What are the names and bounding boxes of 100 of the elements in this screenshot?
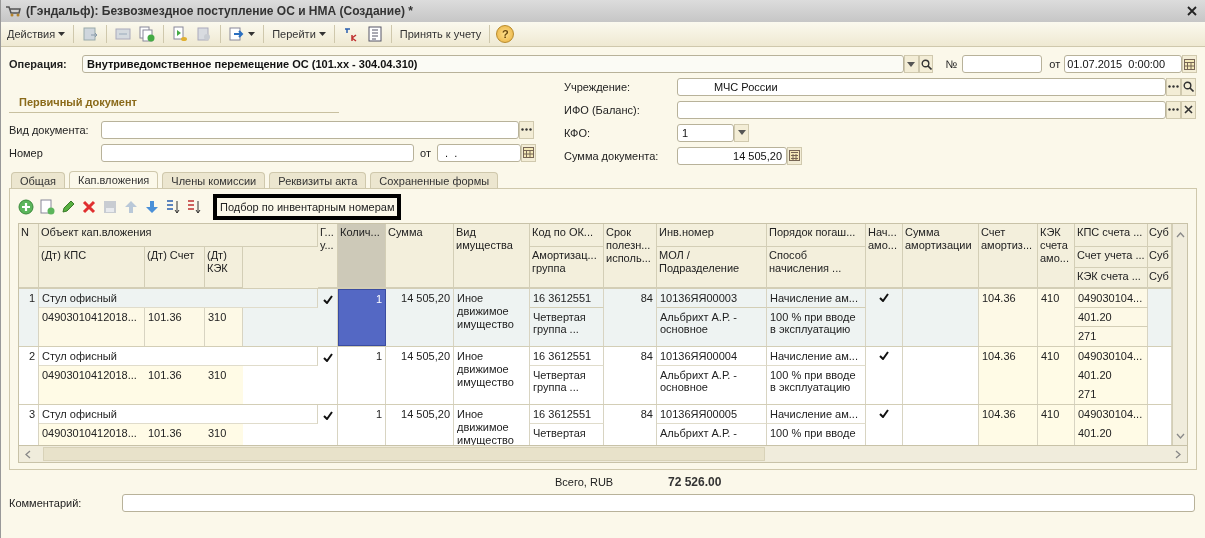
- column-header[interactable]: КПС счета ...: [1075, 224, 1148, 247]
- total-label: Всего, RUB: [555, 476, 615, 488]
- table-cell: 410: [1038, 347, 1075, 404]
- actions-menu-button[interactable]: Действия: [5, 26, 68, 42]
- column-header[interactable]: Счет учета ...: [1075, 247, 1148, 268]
- table-cell: 401.20: [1075, 366, 1148, 385]
- ellipsis-icon: [1168, 108, 1179, 111]
- table-cell: 310: [205, 308, 243, 346]
- column-header[interactable]: Инв.номер: [657, 224, 767, 247]
- calendar-icon: [1184, 58, 1196, 70]
- comment-field[interactable]: [122, 494, 1195, 512]
- table-row[interactable]: [19, 288, 1172, 346]
- date-field[interactable]: 01.07.2015 0:00:00: [1064, 55, 1183, 73]
- comment-label: Комментарий:: [9, 497, 83, 509]
- tab[interactable]: Члены комиссии: [162, 172, 266, 188]
- document-icon[interactable]: [82, 26, 99, 42]
- date-field[interactable]: . .: [436, 143, 521, 162]
- document-sum-field[interactable]: 14 505,20: [677, 146, 787, 165]
- debit-credit-icon[interactable]: [342, 26, 359, 42]
- tab[interactable]: Общая: [11, 172, 65, 188]
- tab[interactable]: Кап.вложения: [69, 171, 159, 188]
- column-header[interactable]: Объект кап.вложения: [39, 224, 318, 247]
- table-cell: 410: [1038, 289, 1075, 346]
- scroll-up-icon[interactable]: [1175, 232, 1185, 238]
- arrow-menu-button[interactable]: [227, 25, 258, 43]
- calendar-button[interactable]: [1182, 55, 1197, 73]
- scroll-down-icon[interactable]: [1175, 433, 1185, 439]
- table-cell: 104.36: [979, 289, 1038, 346]
- tab[interactable]: Реквизиты акта: [269, 172, 367, 188]
- operation-label: Операция:: [9, 58, 68, 70]
- date-label: от: [1049, 58, 1061, 70]
- down-arrow-icon[interactable]: [144, 198, 160, 215]
- add-icon[interactable]: [18, 198, 34, 215]
- sort-ascending-icon[interactable]: [165, 198, 181, 215]
- institution-field[interactable]: МЧС России: [677, 77, 1166, 96]
- kfo-field[interactable]: 1: [677, 123, 734, 142]
- table-cell: 10136ЯЯ00003: [657, 289, 767, 308]
- caret-icon: [318, 32, 326, 36]
- window-title: (Гэндальф): Безвозмездное поступление ОС и НМА (Создание) *: [26, 4, 413, 18]
- table-cell[interactable]: 1: [338, 289, 386, 346]
- table-cell: 101.36: [145, 366, 205, 404]
- goto-menu-button[interactable]: Перейти: [270, 26, 328, 42]
- table-cell: 04903010412018...: [39, 308, 145, 346]
- search-button[interactable]: [1181, 77, 1196, 96]
- table-cell: 049030104...: [1075, 347, 1148, 366]
- select-button[interactable]: [1166, 100, 1181, 119]
- table-cell: 049030104...: [1075, 405, 1148, 424]
- horizontal-scrollbar[interactable]: [18, 445, 1188, 463]
- tab[interactable]: Сохраненные формы: [370, 172, 499, 188]
- clear-button[interactable]: [1181, 100, 1196, 119]
- caret-icon: [907, 61, 916, 67]
- column-header[interactable]: Колич...: [338, 224, 386, 288]
- pick-by-inventory-button[interactable]: Подбор по инвентарным номерам: [213, 193, 402, 220]
- ifo-label: ИФО (Баланс):: [564, 103, 641, 116]
- select-button[interactable]: [519, 120, 534, 139]
- table-cell: 104.36: [979, 405, 1038, 445]
- scroll-left-icon[interactable]: [25, 449, 31, 459]
- accept-button[interactable]: Принять к учету: [397, 26, 484, 42]
- number-field[interactable]: [962, 55, 1043, 73]
- table-cell: Начисление ам...: [767, 405, 866, 424]
- ellipsis-icon: [521, 128, 532, 131]
- pencil-icon[interactable]: [60, 198, 76, 215]
- table-cell: 101.36: [145, 308, 205, 346]
- table-cell: 04903010412018...: [39, 366, 145, 404]
- table-cell: Начисление ам...: [767, 289, 866, 308]
- list-document-icon[interactable]: [366, 26, 383, 42]
- clear-icon: [1184, 105, 1193, 114]
- table-cell: 401.20: [1075, 308, 1148, 327]
- date-label: от: [420, 146, 431, 159]
- table-cell: 310: [205, 366, 243, 404]
- search-icon: [920, 58, 932, 70]
- document-type-field[interactable]: [101, 120, 519, 139]
- table-row[interactable]: [19, 346, 1172, 404]
- caret-icon: [248, 32, 256, 36]
- dropdown-button[interactable]: [734, 123, 749, 142]
- scroll-right-icon[interactable]: [1175, 449, 1181, 459]
- table-cell: 271: [1075, 327, 1148, 346]
- select-button[interactable]: [1166, 77, 1181, 96]
- column-header[interactable]: Порядок погаш...: [767, 224, 866, 247]
- operation-field[interactable]: Внутриведомственное перемещение ОС (101.xx - 304.04.310): [82, 55, 904, 73]
- number-field[interactable]: [101, 143, 414, 162]
- table-cell: 04903010412018...: [39, 424, 145, 445]
- ifo-field[interactable]: [677, 100, 1166, 119]
- ellipsis-icon: [1168, 85, 1179, 88]
- vertical-scrollbar[interactable]: [1172, 224, 1187, 445]
- help-button[interactable]: ?: [496, 25, 515, 43]
- delete-icon[interactable]: [81, 198, 97, 215]
- caret-icon: [737, 130, 746, 135]
- search-icon: [1183, 81, 1194, 92]
- copy-icon[interactable]: [39, 198, 55, 215]
- calendar-icon: [522, 147, 534, 158]
- copy-icon[interactable]: [139, 26, 156, 42]
- document-coins-icon[interactable]: [172, 26, 189, 42]
- institution-label: Учреждение:: [564, 80, 632, 93]
- table-cell: 271: [1075, 385, 1148, 404]
- column-header[interactable]: Код по ОК...: [530, 224, 604, 247]
- calculator-button[interactable]: [787, 146, 802, 165]
- table-cell: 104.36: [979, 347, 1038, 404]
- calendar-button[interactable]: [520, 143, 536, 162]
- sort-descending-icon[interactable]: [186, 198, 202, 215]
